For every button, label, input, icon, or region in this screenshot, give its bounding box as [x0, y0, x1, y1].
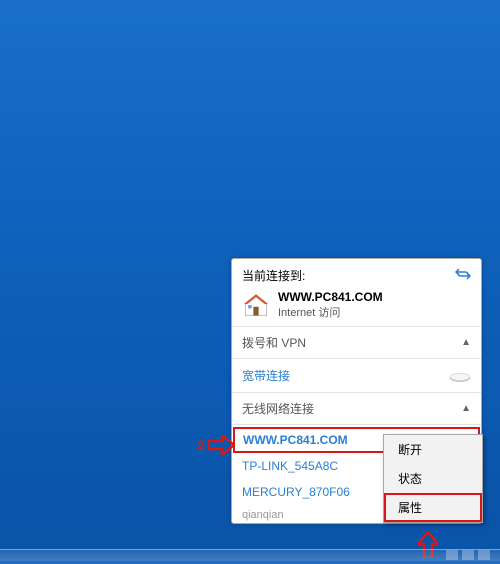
wifi-name: WWW.PC841.COM	[243, 433, 348, 447]
tray-icon[interactable]	[446, 550, 458, 560]
connected-network-access: Internet 访问	[278, 304, 383, 320]
flyout-header: 当前连接到: WWW.PC841.COM Internet 访问	[232, 259, 481, 327]
broadband-connection-item[interactable]: 宽带连接	[232, 359, 481, 393]
context-disconnect[interactable]: 断开	[384, 435, 482, 464]
context-menu: 断开 状态 属性	[383, 434, 483, 523]
arrow-right-icon	[208, 435, 234, 455]
annotation-step-number: 2	[197, 437, 205, 453]
context-disconnect-label: 断开	[398, 443, 422, 457]
chevron-up-icon: ▲	[461, 337, 471, 348]
system-tray[interactable]	[446, 549, 490, 561]
wifi-name: TP-LINK_545A8C	[242, 459, 338, 473]
modem-icon	[449, 370, 471, 382]
dial-vpn-label: 拨号和 VPN	[242, 334, 306, 351]
connected-network-name: WWW.PC841.COM	[278, 290, 383, 304]
context-properties[interactable]: 属性	[384, 493, 482, 522]
wifi-name: MERCURY_870F06	[242, 485, 350, 499]
context-properties-label: 属性	[398, 501, 422, 515]
chevron-up-icon: ▲	[461, 403, 471, 414]
connected-network-row: WWW.PC841.COM Internet 访问	[242, 290, 383, 320]
refresh-icon[interactable]	[455, 267, 471, 281]
wifi-name-truncated: qianqian	[242, 509, 284, 521]
broadband-link-label: 宽带连接	[242, 367, 290, 384]
tray-icon[interactable]	[478, 550, 490, 560]
header-left: 当前连接到: WWW.PC841.COM Internet 访问	[242, 267, 383, 320]
context-status[interactable]: 状态	[384, 464, 482, 493]
wireless-section-header[interactable]: 无线网络连接 ▲	[232, 393, 481, 425]
annotation-arrow-step2: 2	[197, 435, 234, 455]
context-status-label: 状态	[398, 472, 422, 486]
house-icon	[242, 291, 270, 319]
currently-connected-label: 当前连接到:	[242, 267, 383, 284]
taskbar	[0, 549, 500, 561]
network-info: WWW.PC841.COM Internet 访问	[278, 290, 383, 320]
dial-vpn-section-header[interactable]: 拨号和 VPN ▲	[232, 327, 481, 359]
tray-icon[interactable]	[462, 550, 474, 560]
wireless-label: 无线网络连接	[242, 400, 314, 417]
